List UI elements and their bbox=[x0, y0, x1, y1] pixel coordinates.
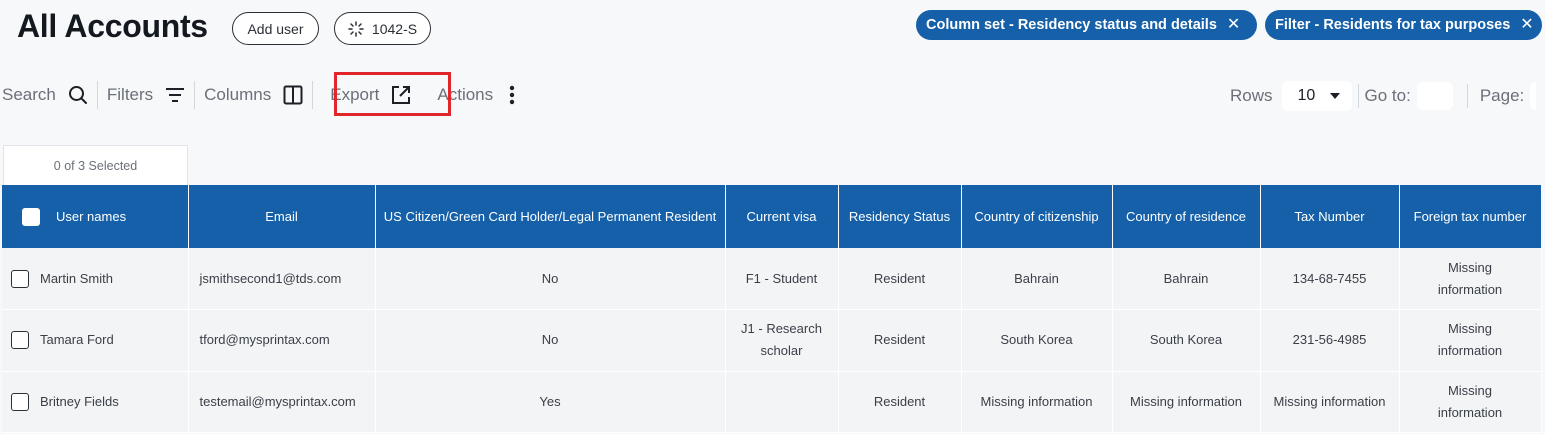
table-row[interactable]: Britney Fields testemail@mysprintax.com … bbox=[2, 371, 1542, 433]
column-header-label: User names bbox=[56, 209, 127, 224]
goto-label: Go to: bbox=[1364, 86, 1411, 105]
add-user-button[interactable]: Add user bbox=[232, 12, 319, 45]
rows-label: Rows bbox=[1230, 86, 1273, 105]
table-cell: South Korea bbox=[961, 309, 1113, 372]
table-cell: jsmithsecond1@tds.com bbox=[188, 248, 376, 310]
table-cell: Bahrain bbox=[961, 248, 1113, 310]
column-header[interactable]: Current visa bbox=[725, 185, 839, 248]
table-cell: testemail@mysprintax.com bbox=[188, 371, 376, 433]
add-user-label: Add user bbox=[247, 20, 304, 37]
user-name: Tamara Ford bbox=[40, 332, 114, 348]
table-cell bbox=[725, 371, 839, 433]
divider bbox=[1466, 84, 1468, 108]
export-highlight bbox=[334, 72, 451, 116]
column-header[interactable]: Foreign tax number bbox=[1399, 185, 1542, 248]
table-header-row: User names Email US Citizen/Green Card H… bbox=[2, 185, 1542, 248]
search-button[interactable]: Search bbox=[0, 85, 90, 105]
divider bbox=[96, 81, 98, 109]
column-header[interactable]: Country of citizenship bbox=[961, 185, 1113, 248]
filters-button[interactable]: Filters bbox=[105, 85, 187, 105]
page-title: All Accounts bbox=[17, 8, 208, 44]
table-cell: Missing information bbox=[1260, 371, 1400, 433]
selection-count: 0 of 3 Selected bbox=[3, 145, 188, 186]
pagination-controls: Rows 10 Go to: Page: bbox=[1230, 80, 1537, 112]
more-vertical-icon bbox=[509, 85, 515, 105]
column-set-chip[interactable]: Column set - Residency status and detail… bbox=[916, 10, 1257, 40]
filter-chip[interactable]: Filter - Residents for tax purposes ✕ bbox=[1265, 10, 1542, 40]
table-cell: Missing information bbox=[1112, 371, 1261, 433]
table-cell: South Korea bbox=[1112, 309, 1261, 372]
filter-chip-label: Filter - Residents for tax purposes bbox=[1275, 17, 1511, 33]
table-cell: 231-56-4985 bbox=[1260, 309, 1400, 372]
select-all-checkbox[interactable] bbox=[22, 207, 40, 226]
accounts-table: User names Email US Citizen/Green Card H… bbox=[2, 185, 1542, 433]
divider bbox=[1357, 84, 1359, 108]
column-header[interactable]: Residency Status bbox=[838, 185, 962, 248]
row-checkbox[interactable] bbox=[11, 269, 29, 288]
table-cell: tford@mysprintax.com bbox=[188, 309, 376, 372]
table-cell: Yes bbox=[375, 371, 726, 433]
form-1042s-label: 1042-S bbox=[371, 20, 418, 37]
user-name: Britney Fields bbox=[40, 393, 119, 409]
table-cell: Resident bbox=[838, 371, 962, 433]
column-header[interactable]: Email bbox=[188, 185, 376, 248]
column-header[interactable]: User names bbox=[2, 185, 189, 248]
user-name: Martin Smith bbox=[40, 270, 113, 286]
column-header[interactable]: Tax Number bbox=[1260, 185, 1400, 248]
close-icon[interactable]: ✕ bbox=[1227, 17, 1240, 33]
table-cell: No bbox=[375, 309, 726, 372]
column-header[interactable]: US Citizen/Green Card Holder/Legal Perma… bbox=[375, 185, 726, 248]
columns-label: Columns bbox=[204, 85, 272, 104]
page-input[interactable] bbox=[1530, 82, 1537, 110]
table-cell: J1 - Research scholar bbox=[725, 309, 839, 372]
chevron-down-icon bbox=[1330, 93, 1341, 99]
search-icon bbox=[68, 86, 87, 104]
column-set-chip-label: Column set - Residency status and detail… bbox=[926, 17, 1217, 33]
table-row[interactable]: Tamara Ford tford@mysprintax.com No J1 -… bbox=[2, 309, 1542, 372]
row-checkbox[interactable] bbox=[11, 392, 29, 411]
divider bbox=[312, 81, 314, 109]
columns-button[interactable]: Columns bbox=[202, 85, 305, 105]
loading-spinner-icon bbox=[348, 20, 364, 37]
table-cell: Missing information bbox=[1399, 248, 1542, 310]
divider bbox=[194, 81, 196, 109]
table-cell: Missing information bbox=[961, 371, 1113, 433]
columns-icon bbox=[283, 85, 303, 105]
table-cell: Resident bbox=[838, 248, 962, 310]
search-label: Search bbox=[2, 85, 56, 104]
form-1042s-button[interactable]: 1042-S bbox=[334, 12, 431, 45]
rows-value: 10 bbox=[1297, 87, 1316, 104]
table-cell: F1 - Student bbox=[725, 248, 839, 310]
filters-label: Filters bbox=[106, 85, 154, 104]
rows-per-page-select[interactable]: 10 bbox=[1281, 81, 1352, 111]
goto-input[interactable] bbox=[1416, 82, 1453, 110]
table-cell: Missing information bbox=[1399, 309, 1542, 372]
row-checkbox[interactable] bbox=[11, 331, 29, 350]
table-cell: No bbox=[375, 248, 726, 310]
table-cell: Bahrain bbox=[1112, 248, 1261, 310]
page-label: Page: bbox=[1479, 86, 1525, 105]
filter-icon bbox=[166, 88, 185, 102]
table-row[interactable]: Martin Smith jsmithsecond1@tds.com No F1… bbox=[2, 248, 1542, 310]
table-cell: Resident bbox=[838, 309, 962, 372]
column-header[interactable]: Country of residence bbox=[1112, 185, 1261, 248]
table-cell: 134-68-7455 bbox=[1260, 248, 1400, 310]
table-cell: Missing information bbox=[1399, 371, 1542, 433]
close-icon[interactable]: ✕ bbox=[1520, 17, 1533, 33]
